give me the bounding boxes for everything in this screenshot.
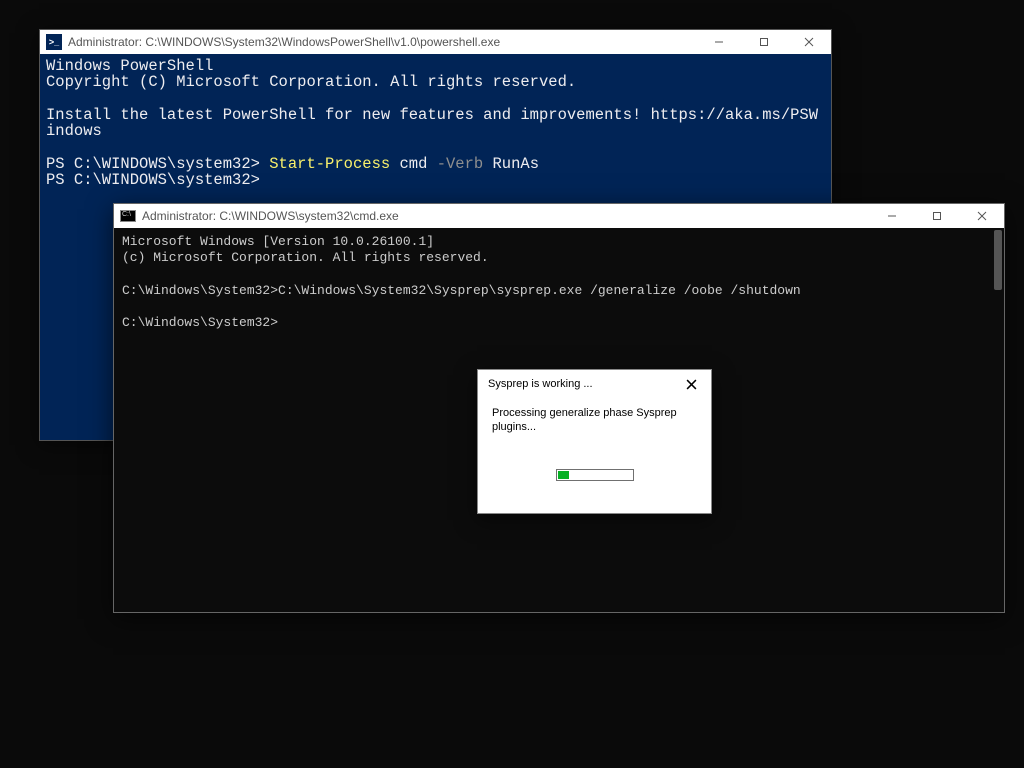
powershell-titlebar[interactable]: >_ Administrator: C:\WINDOWS\System32\Wi… — [40, 30, 831, 54]
cmd-title: Administrator: C:\WINDOWS\system32\cmd.e… — [142, 209, 869, 223]
minimize-button[interactable] — [869, 204, 914, 228]
cmd-banner-1: Microsoft Windows [Version 10.0.26100.1] — [122, 234, 434, 249]
scrollbar-thumb[interactable] — [994, 230, 1002, 290]
close-button[interactable] — [677, 373, 705, 395]
ps-banner-2: Copyright (C) Microsoft Corporation. All… — [46, 73, 576, 91]
powershell-title: Administrator: C:\WINDOWS\System32\Windo… — [68, 35, 696, 49]
sysprep-message: Processing generalize phase Sysprep plug… — [492, 406, 697, 435]
powershell-icon: >_ — [46, 34, 62, 50]
sysprep-dialog: Sysprep is working ... Processing genera… — [477, 369, 712, 514]
maximize-button[interactable] — [741, 30, 786, 54]
ps-prompt-2: PS C:\WINDOWS\system32> — [46, 171, 260, 189]
sysprep-title: Sysprep is working ... — [488, 378, 677, 390]
ps-install-hint: Install the latest PowerShell for new fe… — [46, 106, 818, 140]
maximize-button[interactable] — [914, 204, 959, 228]
sysprep-titlebar[interactable]: Sysprep is working ... — [478, 370, 711, 398]
minimize-button[interactable] — [696, 30, 741, 54]
cmd-icon: C:\ — [120, 210, 136, 222]
cmd-prompt-1: C:\Windows\System32>C:\Windows\System32\… — [122, 283, 801, 298]
sysprep-progress-fill — [558, 471, 569, 479]
powershell-body[interactable]: Windows PowerShell Copyright (C) Microso… — [40, 54, 831, 192]
close-button[interactable] — [959, 204, 1004, 228]
powershell-window-controls — [696, 30, 831, 54]
sysprep-progress-bar — [556, 469, 634, 481]
sysprep-body: Processing generalize phase Sysprep plug… — [478, 398, 711, 481]
cmd-banner-2: (c) Microsoft Corporation. All rights re… — [122, 250, 489, 265]
cmd-titlebar[interactable]: C:\ Administrator: C:\WINDOWS\system32\c… — [114, 204, 1004, 228]
cmd-prompt-2: C:\Windows\System32> — [122, 315, 278, 330]
close-button[interactable] — [786, 30, 831, 54]
cmd-window-controls — [869, 204, 1004, 228]
